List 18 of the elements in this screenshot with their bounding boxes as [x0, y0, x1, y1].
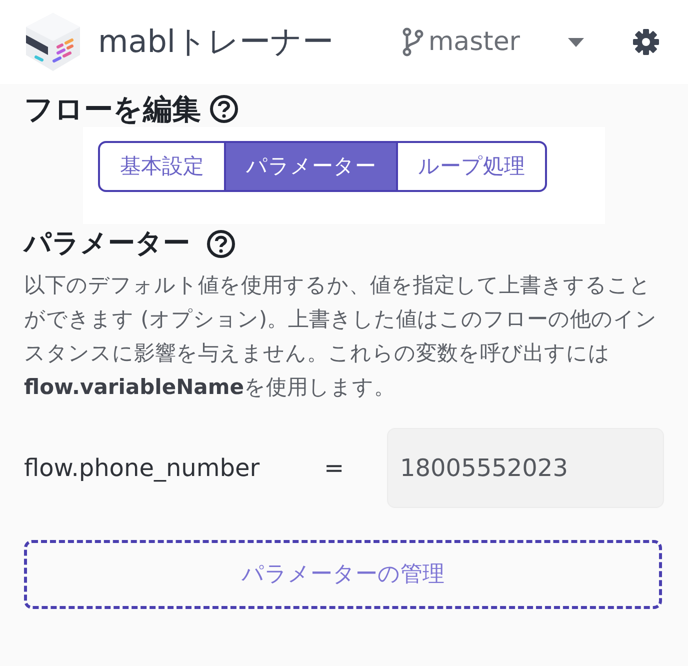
description-text: 以下のデフォルト値を使用するか、値を指定して上書きすることができます (オプション)。上書きした値はこのフローの他のインスタンスに影響を与えません。これらの変数を呼び出すにはflow.variableNameを使用します。	[24, 272, 658, 402]
section-heading: パラメーター	[24, 228, 190, 260]
manage-parameters-button[interactable]: パラメーターの管理	[24, 540, 662, 610]
settings-icon[interactable]	[632, 28, 660, 56]
branch-name[interactable]: master	[428, 22, 520, 62]
tab[interactable]: パラメーター	[226, 140, 398, 192]
help-icon[interactable]	[209, 94, 239, 124]
tab[interactable]: 基本設定	[98, 140, 226, 192]
help-icon[interactable]	[206, 229, 236, 260]
tab[interactable]: ループ処理	[398, 140, 547, 192]
caret-icon[interactable]	[568, 38, 584, 46]
logo-icon	[24, 11, 82, 73]
app-title: mablトレーナー	[98, 22, 334, 62]
parameter-name: flow.phone_number	[24, 453, 261, 484]
parameter-value-field[interactable]: 18005552023	[387, 428, 664, 508]
branch-icon[interactable]	[402, 27, 424, 57]
equals-sign: =	[324, 453, 346, 484]
page-title: フローを編集	[24, 92, 201, 127]
